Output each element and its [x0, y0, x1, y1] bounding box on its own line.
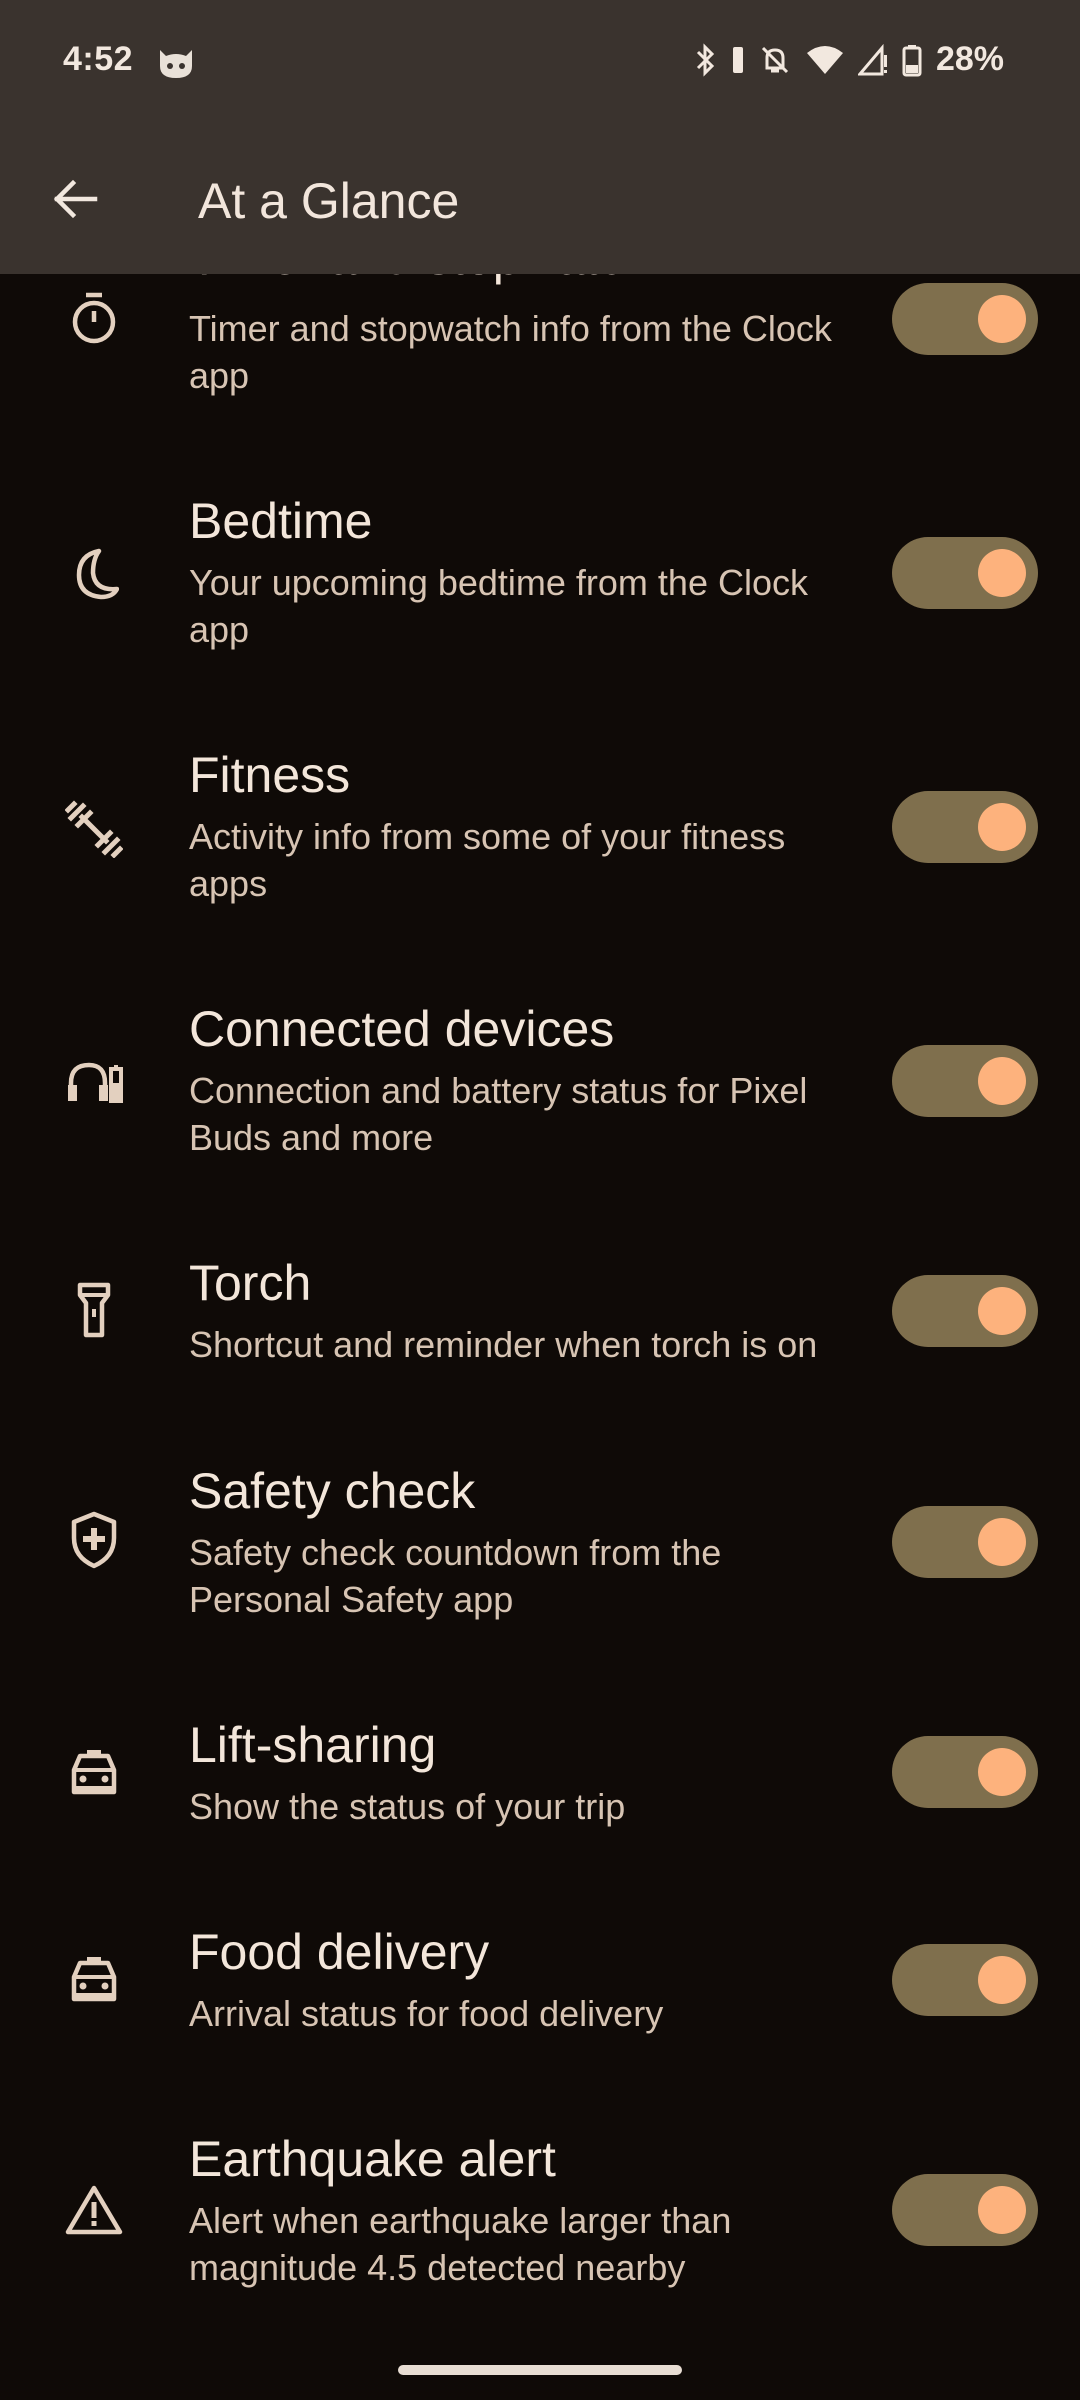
page-title: At a Glance — [198, 173, 460, 229]
food-delivery-toggle[interactable] — [892, 1944, 1038, 2016]
arrow-back-icon — [51, 179, 99, 224]
item-title: Lift-sharing — [189, 1717, 437, 1773]
item-title: Food delivery — [189, 1924, 490, 1980]
status-time: 4:52 — [63, 40, 134, 78]
bedtime-toggle[interactable] — [892, 537, 1038, 609]
wifi-icon — [806, 43, 844, 77]
lift-sharing-toggle[interactable] — [892, 1736, 1038, 1808]
item-title: Safety check — [189, 1463, 476, 1519]
toggle-knob — [978, 295, 1026, 343]
warning-icon — [62, 2178, 126, 2242]
toggle-knob — [978, 1057, 1026, 1105]
toggle-knob — [978, 803, 1026, 851]
item-description: Your upcoming bedtime from the Clock app — [189, 562, 808, 650]
silent-bell-icon — [758, 43, 792, 77]
toggle-knob — [978, 2186, 1026, 2234]
connected-devices-toggle[interactable] — [892, 1045, 1038, 1117]
home-gesture-bar[interactable] — [398, 2365, 682, 2375]
moon-icon — [62, 542, 126, 606]
battery-percent: 28% — [935, 40, 1004, 78]
toggle-knob — [978, 1956, 1026, 2004]
item-title: Bedtime — [189, 493, 373, 549]
car-icon — [62, 1947, 126, 2011]
app-header: 4:52 28% At a Glance — [0, 0, 1080, 274]
car-icon — [62, 1740, 126, 1804]
headphones-battery-icon — [62, 1050, 126, 1114]
settings-list: Timer and stopwatch Timer and stopwatch … — [0, 0, 1080, 2400]
torch-toggle[interactable] — [892, 1275, 1038, 1347]
shield-plus-icon — [62, 1508, 126, 1572]
item-description: Show the status of your trip — [189, 1786, 626, 1827]
item-title: Torch — [189, 1255, 312, 1311]
earthquake-alert-toggle[interactable] — [892, 2174, 1038, 2246]
cat-notification-icon — [156, 46, 196, 80]
item-title: Earthquake alert — [189, 2131, 556, 2187]
item-description: Timer and stopwatch info from the Clock … — [189, 308, 832, 396]
bluetooth-icon — [694, 42, 718, 77]
toggle-knob — [978, 1518, 1026, 1566]
dumbbell-icon — [62, 797, 126, 861]
battery-icon — [902, 43, 922, 77]
item-description: Connection and battery status for Pixel … — [189, 1070, 808, 1158]
safety-check-toggle[interactable] — [892, 1506, 1038, 1578]
status-icons: 28% — [694, 40, 1004, 79]
torch-icon — [62, 1278, 126, 1342]
toggle-knob — [978, 1287, 1026, 1335]
item-description: Arrival status for food delivery — [189, 1993, 664, 2034]
signal-icon — [857, 43, 888, 77]
toggle-knob — [978, 549, 1026, 597]
timer-toggle[interactable] — [892, 283, 1038, 355]
item-description: Shortcut and reminder when torch is on — [189, 1324, 818, 1365]
item-title: Connected devices — [189, 1001, 615, 1057]
timer-icon — [62, 286, 126, 350]
toggle-knob — [978, 1748, 1026, 1796]
fitness-toggle[interactable] — [892, 791, 1038, 863]
item-description: Safety check countdown from the Personal… — [189, 1532, 722, 1620]
item-title: Fitness — [189, 747, 351, 803]
item-description: Alert when earthquake larger than magnit… — [189, 2200, 732, 2288]
bt-battery-icon — [732, 43, 744, 77]
item-description: Activity info from some of your fitness … — [189, 816, 786, 904]
back-button[interactable] — [40, 166, 110, 236]
